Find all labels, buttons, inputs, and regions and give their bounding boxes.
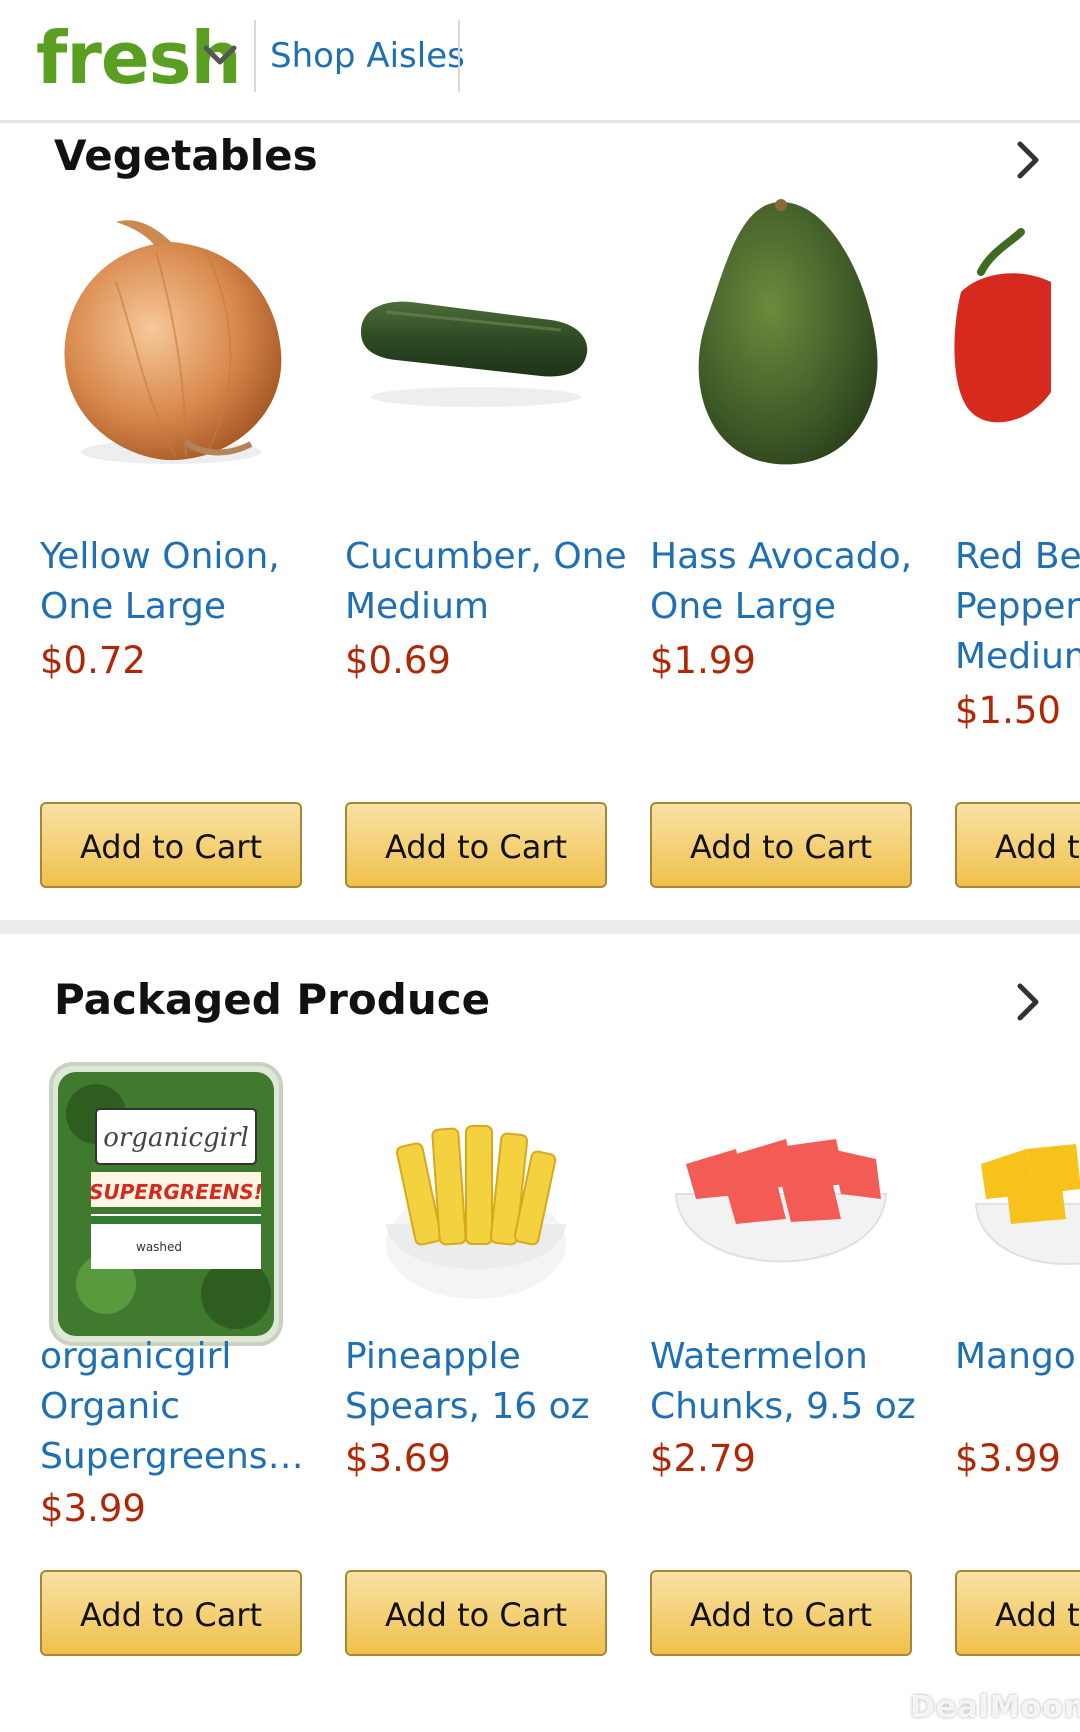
product-card[interactable]: Yellow Onion, One Large $0.72 Add to Car… [36,192,306,920]
product-name[interactable]: Pineapple Spears, 16 oz [345,1332,635,1432]
header-divider [458,20,460,92]
add-to-cart-button[interactable]: Add to Cart [40,1570,302,1656]
add-to-cart-button[interactable]: Add to Cart [650,802,912,888]
product-card[interactable]: Hass Avocado, One Large $1.99 Add to Car… [646,192,916,920]
watermark: DealMoon [910,1690,1080,1725]
header-divider [254,20,256,92]
product-price: $2.79 [650,1437,756,1480]
product-card[interactable]: Pineapple Spears, 16 oz $3.69 Add to Car… [341,1054,611,1732]
pineapple-spears-image[interactable] [341,1054,611,1354]
chevron-right-icon[interactable] [1012,138,1042,182]
watermelon-chunks-image[interactable] [646,1054,916,1354]
section-divider [0,920,1080,934]
add-to-cart-button[interactable]: Add to Cart [345,802,607,888]
package-note: washed [136,1240,182,1254]
product-price: $1.99 [650,639,756,682]
add-to-cart-button[interactable]: Add to Cart [955,1570,1080,1656]
red-bell-pepper-image[interactable] [951,192,1080,492]
add-to-cart-button[interactable]: Add to Cart [40,802,302,888]
product-name[interactable]: Hass Avocado, One Large [650,532,940,632]
yellow-onion-image[interactable] [36,192,306,492]
add-to-cart-button[interactable]: Add to Cart [650,1570,912,1656]
packaged-produce-section: Packaged Produce organicgirl SUPERGREENS… [0,934,1080,1732]
mango-chunks-image[interactable] [951,1054,1080,1354]
hass-avocado-image[interactable] [646,192,916,492]
package-brand: organicgirl [103,1123,249,1153]
product-price: $3.99 [40,1487,146,1530]
product-name[interactable]: Yellow Onion, One Large [40,532,330,632]
package-product: SUPERGREENS! [89,1180,263,1204]
product-name[interactable]: Mango Chunks [955,1332,1080,1382]
product-card[interactable]: Red Bell Pepper, Medium $1.50 Add to Car… [951,192,1080,920]
organicgirl-supergreens-image[interactable]: organicgirl SUPERGREENS! washed [36,1054,306,1354]
product-name[interactable]: organicgirl Organic Supergreens… [40,1332,330,1482]
product-name[interactable]: Red Bell Pepper, Medium [955,532,1080,682]
section-title: Packaged Produce [54,975,491,1024]
product-card[interactable]: Cucumber, One Medium $0.69 Add to Cart [341,192,627,920]
top-header: fresh Shop Aisles [0,0,1080,123]
chevron-down-icon[interactable] [200,40,240,70]
product-card[interactable]: Mango Chunks $3.99 Add to Cart [951,1054,1080,1732]
product-card[interactable]: Watermelon Chunks, 9.5 oz $2.79 Add to C… [646,1054,916,1732]
add-to-cart-button[interactable]: Add to Cart [955,802,1080,888]
chevron-right-icon[interactable] [1012,980,1042,1024]
vegetables-section: Vegetables Yellow Onion, One Large $0.72… [0,122,1080,920]
product-name[interactable]: Watermelon Chunks, 9.5 oz [650,1332,940,1432]
product-price: $3.99 [955,1437,1061,1480]
product-card[interactable]: organicgirl SUPERGREENS! washed organicg… [36,1054,306,1732]
product-price: $3.69 [345,1437,451,1480]
product-price: $1.50 [955,689,1061,732]
add-to-cart-button[interactable]: Add to Cart [345,1570,607,1656]
product-price: $0.69 [345,639,451,682]
product-price: $0.72 [40,639,146,682]
shop-aisles-link[interactable]: Shop Aisles [270,34,465,78]
product-name[interactable]: Cucumber, One Medium [345,532,635,632]
section-title: Vegetables [54,131,318,180]
cucumber-image[interactable] [341,192,611,492]
